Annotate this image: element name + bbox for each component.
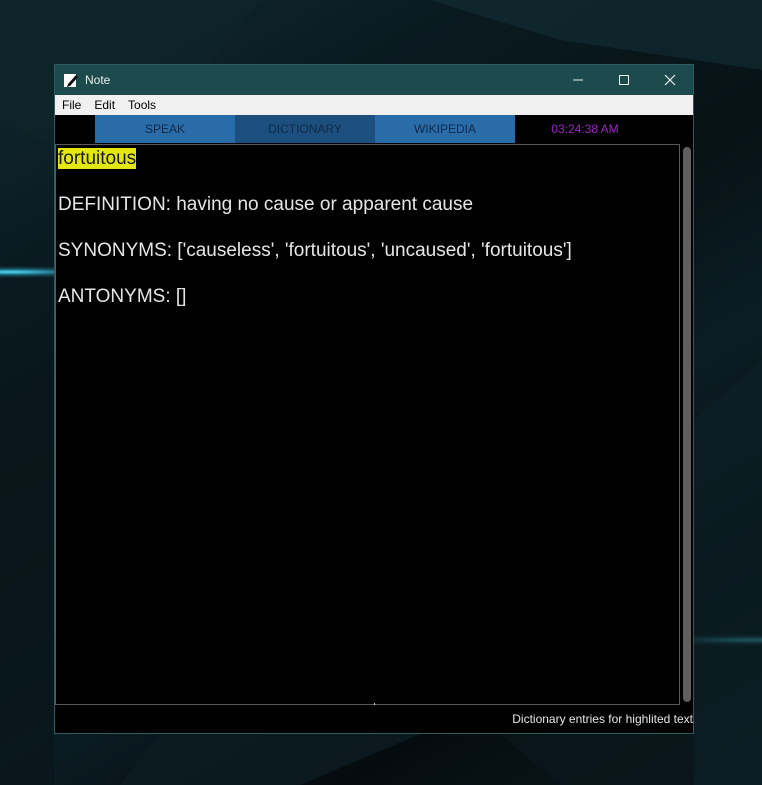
title-bar[interactable]: Note [55,65,693,95]
close-icon [664,74,676,86]
editor-line-word: fortuitous [58,148,137,170]
menu-tools[interactable]: Tools [121,95,162,115]
highlighted-word[interactable]: fortuitous [58,148,137,169]
vertical-scrollbar[interactable] [680,144,693,705]
antonyms-line: ANTONYMS: [] [58,286,187,307]
minimize-icon [573,79,583,81]
window-controls [555,65,693,95]
clock-display: 03:24:38 AM [551,122,619,136]
wikipedia-button[interactable]: WIKIPEDIA [375,115,515,143]
window-title: Note [85,73,111,87]
status-text: Dictionary entries for highlited text [512,712,693,726]
maximize-button[interactable] [601,65,647,95]
close-button[interactable] [647,65,693,95]
minimize-button[interactable] [555,65,601,95]
menu-bar: File Edit Tools [55,95,693,115]
menu-file[interactable]: File [55,95,87,115]
menu-edit[interactable]: Edit [87,95,121,115]
definition-line: DEFINITION: having no cause or apparent … [58,194,474,215]
note-window: Note File Edit Tools SPEAK DICTIONARY WI… [54,64,694,734]
dictionary-button[interactable]: DICTIONARY [235,115,375,143]
synonyms-line: SYNONYMS: ['causeless', 'fortuitous', 'u… [58,240,572,261]
toolbar: SPEAK DICTIONARY WIKIPEDIA 03:24:38 AM [55,115,693,143]
scrollbar-thumb[interactable] [683,147,691,702]
pen-note-icon [63,72,79,88]
text-editor[interactable]: fortuitous DEFINITION: having no cause o… [55,144,680,705]
speak-button[interactable]: SPEAK [95,115,235,143]
status-bar: Dictionary entries for highlited text [55,705,693,733]
maximize-icon [619,75,629,85]
